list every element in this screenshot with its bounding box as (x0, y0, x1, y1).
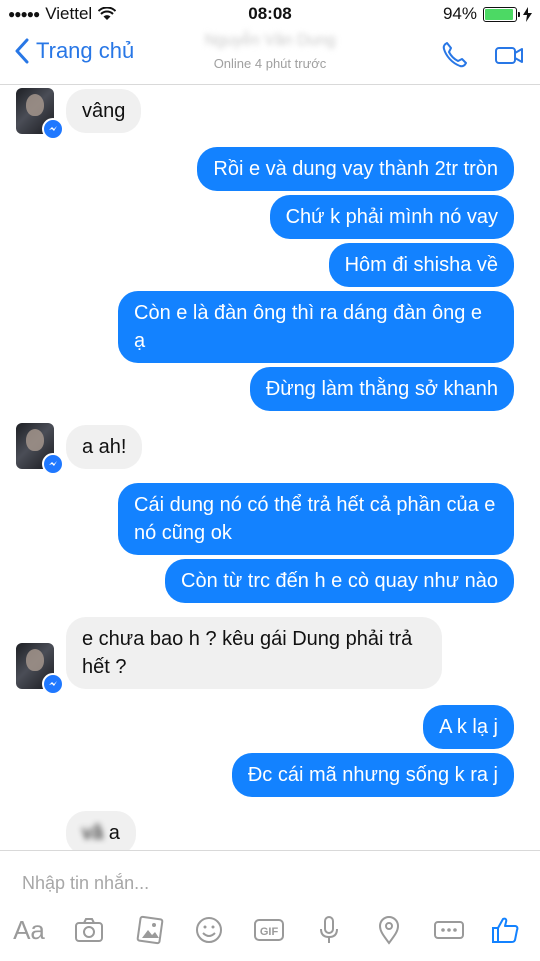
chevron-left-icon (15, 38, 29, 64)
blurred-text: vâ (82, 822, 104, 844)
messenger-badge-icon (42, 118, 64, 140)
back-label: Trang chủ (36, 38, 135, 63)
gallery-button[interactable] (130, 913, 168, 947)
text-format-button[interactable]: Aa (10, 913, 48, 947)
outgoing-message[interactable]: Còn e là đàn ông thì ra dáng đàn ông e ạ (118, 291, 514, 363)
contact-avatar[interactable] (16, 423, 64, 475)
gif-button[interactable]: GIF (250, 913, 288, 947)
location-icon (378, 916, 400, 945)
message-text: a (108, 822, 120, 844)
status-right: 94% (443, 4, 532, 24)
battery-fill (485, 8, 514, 20)
outgoing-message[interactable]: Hôm đi shisha về (328, 243, 514, 287)
microphone-icon (320, 916, 338, 943)
contact-avatar[interactable] (16, 88, 64, 140)
contact-avatar[interactable] (16, 643, 64, 695)
like-button[interactable] (486, 913, 524, 947)
battery-icon (483, 6, 520, 22)
gallery-icon (136, 915, 164, 945)
gif-icon: GIF (254, 919, 284, 941)
emoji-icon (196, 917, 222, 943)
outgoing-message[interactable]: Đừng làm thằng sở khanh (249, 367, 514, 411)
outgoing-message[interactable]: Chứ k phải mình nó vay (269, 195, 514, 239)
status-bar: ●●●●● Viettel 08:08 94% (0, 0, 540, 28)
composer-toolbar: Aa GIF (0, 911, 540, 951)
outgoing-message[interactable]: Còn từ trc đến h e cò quay như nào (165, 559, 514, 603)
battery-percent: 94% (442, 4, 477, 23)
presence-status: Online 4 phút trước (213, 56, 327, 71)
header-actions (440, 40, 524, 70)
messenger-badge-icon (42, 453, 64, 475)
conversation-header: Trang chủ Nguyễn Văn Dung Online 4 phút … (0, 28, 540, 85)
incoming-message[interactable]: vâ a (66, 811, 136, 850)
like-icon (492, 917, 519, 943)
charging-icon (523, 6, 532, 22)
emoji-button[interactable] (190, 913, 228, 947)
incoming-message[interactable]: vâng (66, 89, 142, 133)
location-button[interactable] (370, 913, 408, 947)
more-button[interactable] (430, 913, 468, 947)
message-thread[interactable]: vâng Rồi e và dung vay thành 2tr tròn Ch… (0, 85, 540, 850)
outgoing-message[interactable]: Đc cái mã nhưng sống k ra j (231, 753, 514, 797)
svg-text:GIF: GIF (260, 926, 279, 938)
back-button[interactable]: Trang chủ (14, 38, 134, 64)
more-icon (434, 921, 464, 939)
incoming-message[interactable]: a ah! (66, 425, 143, 469)
incoming-message[interactable]: e chưa bao h ? kêu gái Dung phải trả hết… (66, 617, 442, 689)
outgoing-message[interactable]: A k lạ j (423, 705, 514, 749)
camera-button[interactable] (70, 913, 108, 947)
phone-call-icon[interactable] (440, 40, 470, 70)
contact-title[interactable]: Nguyễn Văn Dung Online 4 phút trước (170, 32, 370, 71)
microphone-button[interactable] (310, 913, 348, 947)
text-format-icon: Aa (13, 914, 45, 945)
message-composer: Aa GIF (0, 850, 540, 961)
message-input[interactable] (20, 867, 504, 899)
outgoing-message[interactable]: Cái dung nó có thể trả hết cả phần của e… (118, 483, 514, 555)
messenger-badge-icon (42, 673, 64, 695)
video-call-icon[interactable] (494, 40, 524, 70)
outgoing-message[interactable]: Rồi e và dung vay thành 2tr tròn (197, 147, 514, 191)
contact-name: Nguyễn Văn Dung (204, 32, 336, 49)
camera-icon (75, 918, 103, 942)
